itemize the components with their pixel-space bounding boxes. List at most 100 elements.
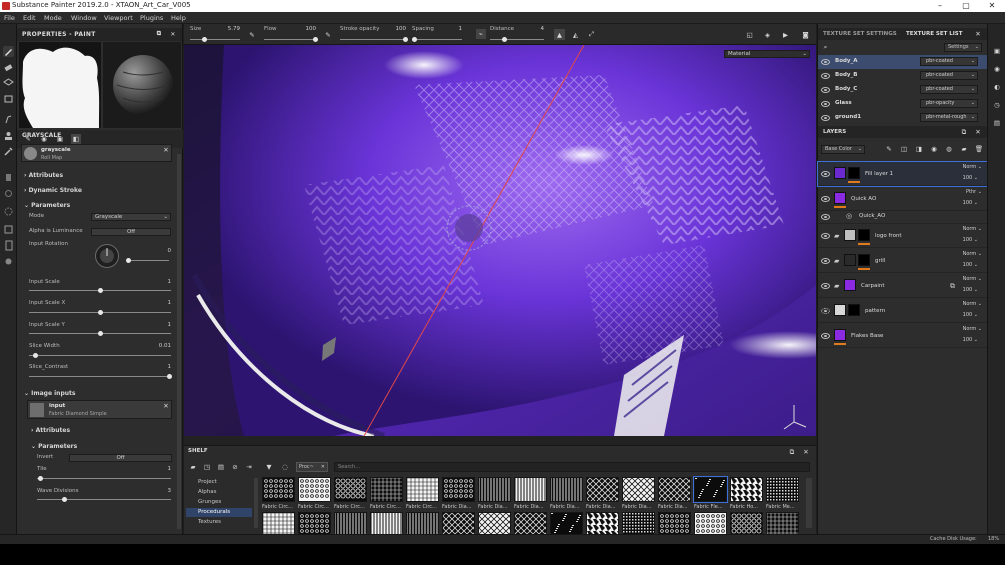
categories-scrollbar[interactable] — [254, 478, 258, 528]
alpha-luminance-toggle[interactable]: Off — [91, 228, 171, 236]
texture-set-row[interactable]: ground1 pbr-metal-rough ⌄ — [818, 111, 988, 125]
mask-icon[interactable] — [3, 188, 14, 199]
layer-opacity[interactable]: 100 ⌄ — [963, 237, 978, 243]
layer-thumbnail[interactable] — [834, 167, 846, 179]
projection-mode-icon[interactable]: ◭ — [570, 29, 581, 40]
properties-scrollbar[interactable] — [177, 154, 181, 529]
flow-pressure-icon[interactable]: ✎ — [324, 30, 332, 40]
lazy-mouse-icon[interactable]: ⌁ — [476, 29, 486, 39]
shelf-thumbnail[interactable] — [442, 512, 475, 536]
filter-icon[interactable]: ▼ — [264, 462, 274, 472]
shader-select[interactable]: pbr-coated ⌄ — [920, 71, 978, 80]
pen-pressure-icon[interactable]: ✎ — [248, 30, 256, 40]
alpha-tab-icon[interactable]: ◧ — [71, 134, 81, 144]
mask-thumbnail[interactable] — [858, 229, 870, 241]
layer-thumbnail[interactable] — [844, 254, 856, 266]
import-icon[interactable]: ▤ — [216, 462, 226, 472]
input-scale-slider[interactable] — [98, 288, 103, 293]
layer-row[interactable]: ▰ Carpaint Norm ⌄ 100 ⌄ ⧉ — [818, 274, 988, 298]
shelf-thumbnail[interactable] — [406, 477, 439, 502]
slice-contrast-slider[interactable] — [167, 374, 172, 379]
menu-help[interactable]: Help — [171, 14, 186, 22]
invert-toggle[interactable]: Off — [69, 454, 172, 462]
shader-settings-icon[interactable]: ◐ — [992, 82, 1002, 92]
menu-viewport[interactable]: Viewport — [104, 14, 133, 22]
layer-visibility-eye-icon[interactable] — [821, 283, 830, 289]
layer-opacity[interactable]: 100 ⌄ — [963, 200, 978, 206]
layer-row[interactable]: pattern Norm ⌄ 100 ⌄ — [818, 299, 988, 323]
add-smart-material-icon[interactable]: ◍ — [944, 144, 954, 154]
tab-texture-set-list[interactable]: TEXTURE SET LIST — [906, 31, 963, 37]
layer-blend-mode[interactable]: Norm ⌄ — [963, 276, 982, 282]
eraser-icon[interactable] — [3, 62, 14, 73]
shelf-thumbnail[interactable] — [693, 476, 728, 503]
attributes-toggle[interactable]: › Attributes — [24, 172, 63, 179]
polygon-fill-icon[interactable] — [3, 94, 14, 105]
shelf-thumbnail[interactable] — [442, 477, 475, 502]
shelf-thumbnail[interactable] — [298, 512, 331, 536]
slice-width-slider[interactable] — [33, 353, 38, 358]
eye-icon[interactable] — [821, 87, 830, 93]
new-folder-icon[interactable]: ◳ — [202, 462, 212, 472]
layer-opacity[interactable]: 100 ⌄ — [963, 262, 978, 268]
shelf-scrollbar[interactable] — [806, 478, 812, 528]
shelf-thumbnail[interactable] — [334, 512, 367, 536]
texture-set-row[interactable]: Body_A pbr-coated ⌄ — [818, 55, 988, 69]
flow-slider[interactable] — [313, 37, 318, 42]
history-icon[interactable]: ◷ — [992, 100, 1002, 110]
shelf-thumbnail[interactable] — [694, 512, 727, 536]
log-icon[interactable]: ▤ — [992, 118, 1002, 128]
layer-blend-mode[interactable]: Norm ⌄ — [963, 226, 982, 232]
shelf-thumbnail[interactable] — [550, 512, 583, 536]
layer-row[interactable]: ▰ grill Norm ⌄ 100 ⌄ — [818, 249, 988, 273]
menu-mode[interactable]: Mode — [44, 14, 62, 22]
shader-select[interactable]: pbr-coated ⌄ — [920, 57, 978, 66]
shelf-thumbnail[interactable] — [586, 477, 619, 502]
symmetry-icon[interactable]: ▲ — [554, 29, 565, 40]
add-mask-icon[interactable]: ◫ — [899, 144, 909, 154]
eye-icon[interactable] — [821, 59, 830, 65]
dynamic-stroke-toggle[interactable]: › Dynamic Stroke — [24, 187, 82, 194]
mask-thumbnail[interactable] — [848, 167, 860, 179]
texture-set-search-icon[interactable]: ⌕ — [821, 43, 830, 52]
texture-set-row[interactable]: Glass pbr-opacity ⌄ — [818, 97, 988, 111]
shelf-thumbnail[interactable] — [262, 477, 295, 502]
smudge-icon[interactable] — [3, 114, 14, 125]
category-grunges[interactable]: Grunges — [186, 498, 252, 507]
category-alphas[interactable]: Alphas — [186, 488, 252, 497]
shelf-thumbnail[interactable] — [514, 512, 547, 536]
menu-file[interactable]: File — [4, 14, 15, 22]
texture-set-row[interactable]: Body_B pbr-coated ⌄ — [818, 69, 988, 83]
filter-tag[interactable]: Proc~ ✕ — [296, 462, 328, 472]
close-icon[interactable]: ✕ — [979, 0, 1005, 12]
shelf-thumbnail[interactable] — [478, 477, 511, 502]
layer-opacity[interactable]: 100 ⌄ — [963, 337, 978, 343]
maximize-icon[interactable]: ▢ — [953, 0, 979, 12]
texture-set-settings-button[interactable]: Settings ⌄ — [944, 43, 982, 52]
shelf-close-icon[interactable]: ✕ — [802, 448, 810, 456]
stroke-opacity-slider[interactable] — [403, 37, 408, 42]
layer-blend-mode[interactable]: Norm ⌄ — [963, 251, 982, 257]
cube-view-icon[interactable]: ◈ — [762, 29, 773, 40]
3d-viewport[interactable]: Material ⌄ — [184, 45, 816, 436]
shelf-thumbnail[interactable] — [370, 477, 403, 502]
shelf-thumbnail[interactable] — [298, 477, 331, 502]
input-resource[interactable]: input Fabric Diamond Simple ✕ — [27, 400, 172, 419]
layer-blend-mode[interactable]: Norm ⌄ — [963, 301, 982, 307]
rotation-slider-knob[interactable] — [126, 258, 131, 263]
shelf-float-icon[interactable]: ⧉ — [788, 448, 796, 456]
menu-plugins[interactable]: Plugins — [140, 14, 163, 22]
channel-select[interactable]: Material ⌄ — [724, 50, 810, 58]
layer-thumbnail[interactable] — [844, 279, 856, 291]
layer-visibility-eye-icon[interactable] — [821, 233, 830, 239]
instance-icon[interactable]: ⧉ — [950, 282, 955, 291]
shelf-thumbnail[interactable] — [478, 512, 511, 536]
layers-float-icon[interactable]: ⧉ — [960, 128, 968, 136]
layer-row[interactable]: Flakes Base Norm ⌄ 100 ⌄ — [818, 324, 988, 348]
mask-thumbnail[interactable] — [848, 304, 860, 316]
grayscale-resource[interactable]: grayscale Roll Map ✕ — [21, 144, 172, 162]
layer-blend-mode[interactable]: Norm ⌄ — [963, 326, 982, 332]
layer-opacity[interactable]: 100 ⌄ — [963, 175, 978, 181]
folder-icon[interactable]: ▰ — [188, 462, 198, 472]
layer-blend-mode[interactable]: Norm ⌄ — [963, 164, 982, 170]
